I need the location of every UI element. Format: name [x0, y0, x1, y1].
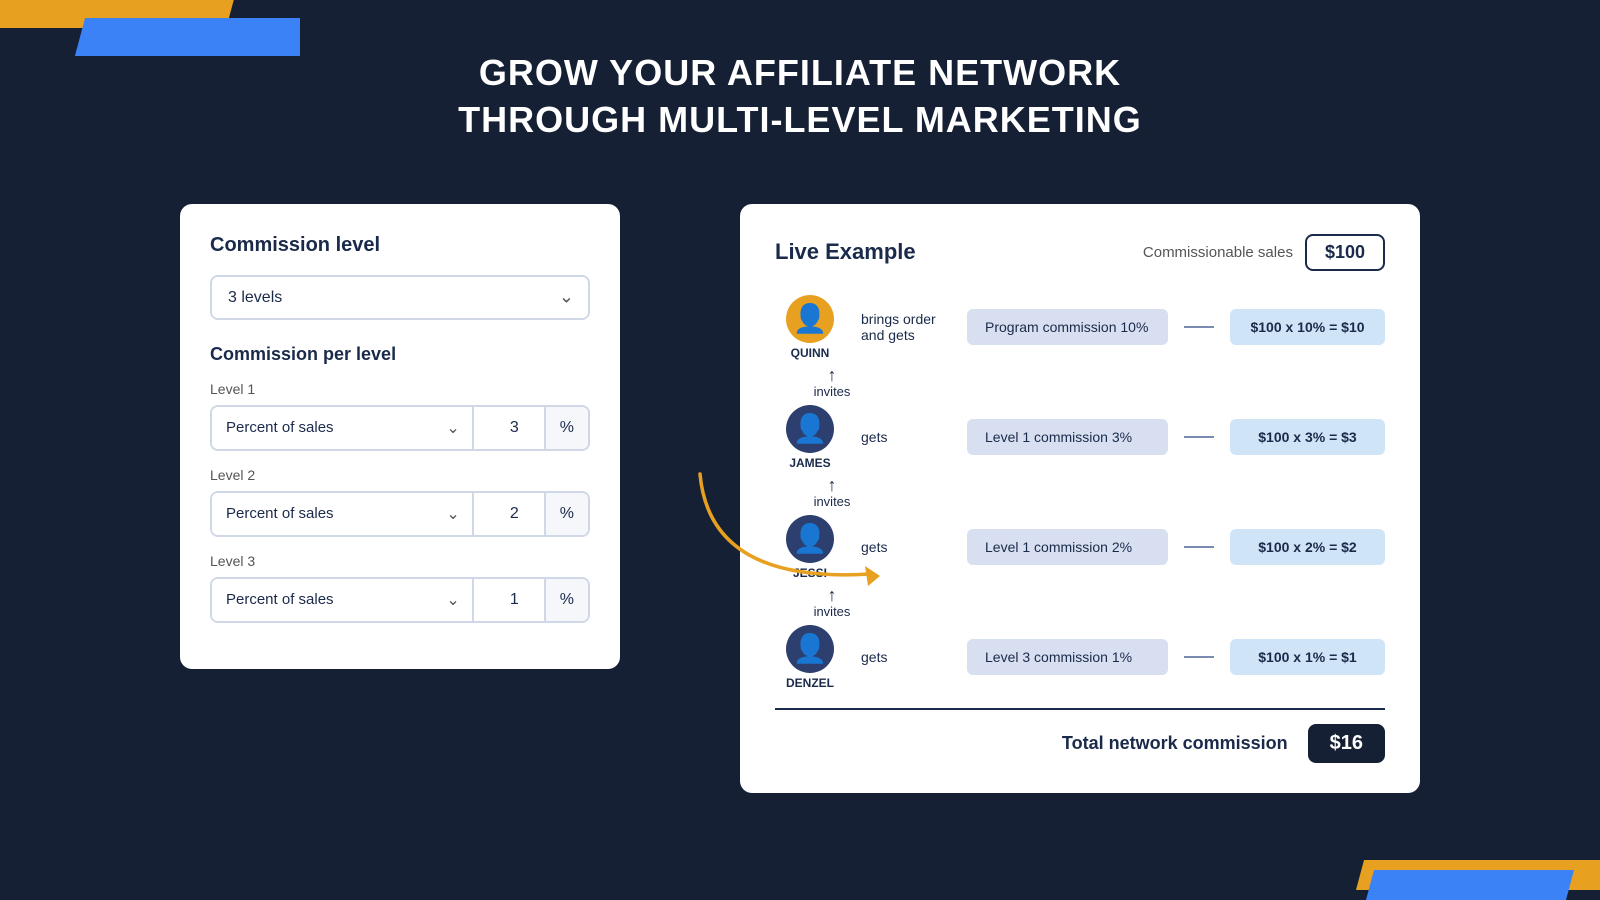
level-3-value-input[interactable]	[474, 579, 544, 621]
level-1-inputs: Percent of sales Fixed amount ⌄ %	[210, 405, 590, 451]
level-1-type-select[interactable]: Percent of sales Fixed amount	[212, 407, 472, 448]
person-name-quinn: QUINN	[791, 346, 830, 360]
jessi-commission-result: $100 x 2% = $2	[1230, 529, 1385, 565]
commission-level-dropdown[interactable]: 1 level 2 levels 3 levels 4 levels 5 lev…	[210, 275, 590, 320]
commission-level-title: Commission level	[210, 234, 590, 257]
level-2-unit: %	[544, 493, 588, 535]
level-1-unit: %	[544, 407, 588, 449]
commission-level-dropdown-wrapper: 1 level 2 levels 3 levels 4 levels 5 lev…	[210, 275, 590, 320]
person-quinn: 👤 QUINN	[775, 295, 845, 360]
arrow-connector	[670, 454, 890, 594]
person-row-denzel: 👤 DENZEL gets Level 3 commission 1% $100…	[775, 625, 1385, 690]
connector-line	[1184, 436, 1214, 438]
live-example-header: Live Example Commissionable sales $100	[775, 234, 1385, 271]
jessi-commission-badge: Level 1 commission 2%	[967, 529, 1168, 565]
level-2-label: Level 2	[210, 467, 590, 483]
invites-label-1: invites	[814, 384, 851, 399]
commission-per-level-section: Commission per level Level 1 Percent of …	[210, 344, 590, 623]
avatar-denzel: 👤	[786, 625, 834, 673]
person-name-denzel: DENZEL	[786, 676, 834, 690]
live-example-title: Live Example	[775, 239, 916, 265]
level-3-group: Level 3 Percent of sales Fixed amount ⌄ …	[210, 553, 590, 623]
connector-line	[1184, 656, 1214, 658]
total-value: $16	[1308, 724, 1385, 763]
denzel-commission-result: $100 x 1% = $1	[1230, 639, 1385, 675]
level-2-group: Level 2 Percent of sales Fixed amount ⌄ …	[210, 467, 590, 537]
level-2-value-input[interactable]	[474, 493, 544, 535]
level-3-type-select[interactable]: Percent of sales Fixed amount	[212, 579, 472, 620]
commissionable-sales-value: $100	[1305, 234, 1385, 271]
corner-decoration-bottom-right	[1300, 820, 1600, 900]
corner-decoration-top-left	[0, 0, 300, 60]
avatar-quinn: 👤	[786, 295, 834, 343]
invites-row-1: ↑ invites	[775, 366, 1385, 399]
connector-line	[1184, 546, 1214, 548]
commission-panel: Commission level 1 level 2 levels 3 leve…	[180, 204, 620, 669]
commissionable-sales-section: Commissionable sales $100	[1143, 234, 1385, 271]
total-row: Total network commission $16	[775, 724, 1385, 763]
level-2-type-select[interactable]: Percent of sales Fixed amount	[212, 493, 472, 534]
level-2-inputs: Percent of sales Fixed amount ⌄ %	[210, 491, 590, 537]
invites-label-3: invites	[814, 604, 851, 619]
commission-per-level-title: Commission per level	[210, 344, 590, 365]
level-3-label: Level 3	[210, 553, 590, 569]
commissionable-sales-label: Commissionable sales	[1143, 244, 1293, 261]
connector-line	[1184, 326, 1214, 328]
james-action: gets	[861, 429, 951, 445]
person-row-quinn: 👤 QUINN brings order and gets Program co…	[775, 295, 1385, 360]
level-3-unit: %	[544, 579, 588, 621]
level-1-group: Level 1 Percent of sales Fixed amount ⌄ …	[210, 381, 590, 451]
total-label: Total network commission	[1062, 733, 1288, 754]
total-divider	[775, 708, 1385, 710]
level-1-label: Level 1	[210, 381, 590, 397]
quinn-action: brings order and gets	[861, 311, 951, 343]
denzel-commission-badge: Level 3 commission 1%	[967, 639, 1168, 675]
denzel-action: gets	[861, 649, 951, 665]
quinn-commission-badge: Program commission 10%	[967, 309, 1168, 345]
level-1-value-input[interactable]	[474, 407, 544, 449]
person-denzel: 👤 DENZEL	[775, 625, 845, 690]
avatar-james: 👤	[786, 405, 834, 453]
james-commission-result: $100 x 3% = $3	[1230, 419, 1385, 455]
quinn-commission-result: $100 x 10% = $10	[1230, 309, 1385, 345]
up-arrow-icon: ↑	[828, 366, 837, 384]
level-3-inputs: Percent of sales Fixed amount ⌄ %	[210, 577, 590, 623]
james-commission-badge: Level 1 commission 3%	[967, 419, 1168, 455]
